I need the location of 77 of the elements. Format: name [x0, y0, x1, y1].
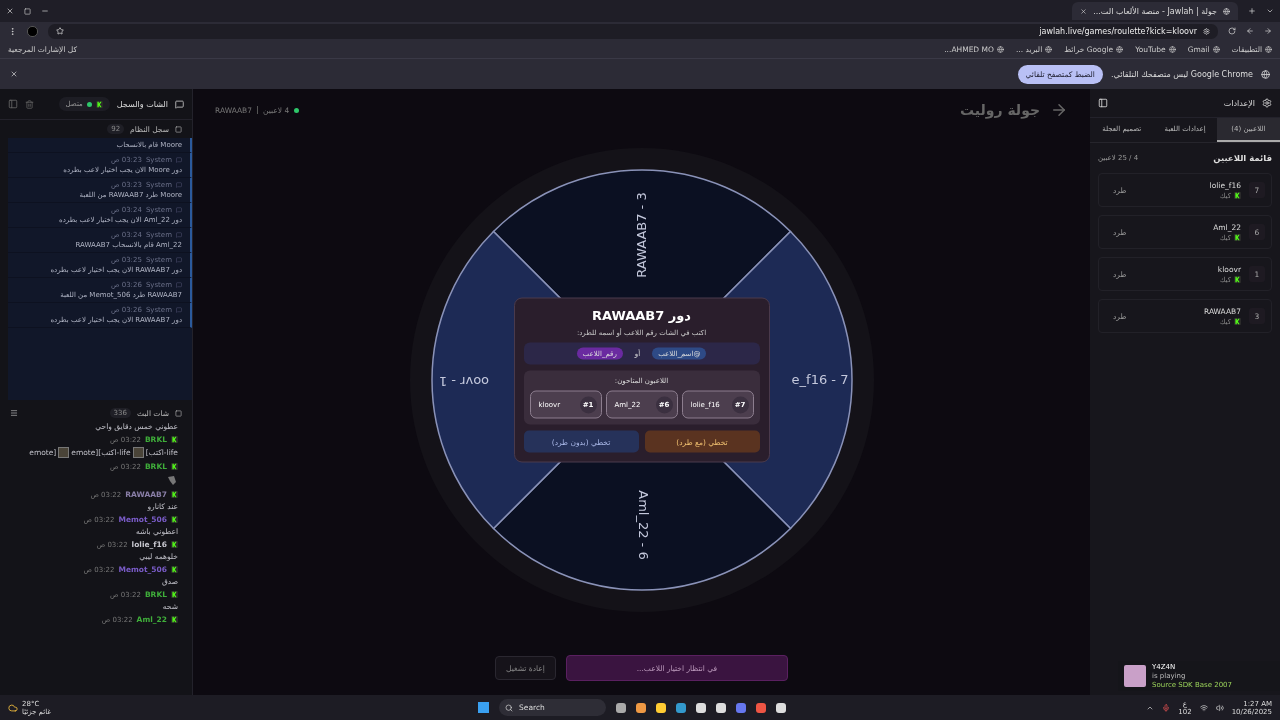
segment-label: RAWAAB7 - 3: [633, 192, 648, 278]
avatar: [1124, 665, 1146, 687]
forward-icon[interactable]: [1264, 27, 1272, 35]
kick-logo-icon: [171, 566, 178, 573]
game-title: جولة روليت: [959, 102, 1040, 118]
status-dot: [294, 107, 300, 113]
new-tab-icon[interactable]: [1248, 7, 1256, 15]
bookmark-icon: [1212, 45, 1220, 53]
tab-search-icon[interactable]: [1266, 7, 1274, 15]
system-icon: [176, 182, 182, 188]
sticker-icon: [166, 474, 178, 486]
search-icon: [505, 703, 513, 712]
weather-icon: [8, 702, 18, 713]
system-icon: [176, 232, 182, 238]
kick-logo-icon: [171, 591, 178, 598]
volume-icon[interactable]: [1215, 703, 1224, 712]
segment-label: Aml_22 - 6: [635, 490, 650, 560]
back-icon[interactable]: [1246, 27, 1254, 35]
start-icon[interactable]: [478, 702, 489, 713]
bookmark-icon: [1116, 45, 1124, 53]
taskbar-app-icon[interactable]: [716, 702, 726, 713]
kick-logo-icon: [95, 100, 103, 108]
segment-label: oovr - 1: [438, 373, 489, 389]
url-text: jawlah.live/games/roulette?kick=kloovr: [1039, 26, 1197, 36]
taskbar-app-icon[interactable]: [616, 702, 626, 713]
system-icon: [176, 207, 182, 213]
close-tab-icon[interactable]: [1080, 7, 1088, 15]
list-title: قائمة اللاعبين: [1213, 153, 1272, 163]
kick-logo-icon: [171, 463, 178, 470]
bookmark-icon: [1265, 45, 1272, 53]
filter-icon[interactable]: [10, 409, 18, 417]
panel-title: الشات والسجل: [116, 99, 168, 109]
kick-logo-icon: [1234, 276, 1241, 283]
kick-logo-icon: [171, 436, 178, 443]
reload-icon[interactable]: [1228, 27, 1236, 35]
settings-icon: [1262, 98, 1272, 108]
segment-label: e_f16 - 7: [791, 371, 848, 387]
tab-title: جولة | Jawlah - منصة الألعاب الت...: [1093, 6, 1217, 16]
bookmark-icon: [1045, 45, 1053, 53]
chrome-icon: [1261, 69, 1270, 79]
kick-logo-icon: [171, 616, 178, 623]
network-icon[interactable]: [1199, 703, 1208, 712]
taskbar-app-icon[interactable]: [676, 702, 686, 713]
close-icon[interactable]: [10, 70, 18, 78]
bookmark-icon: [1168, 45, 1176, 53]
system-icon: [176, 282, 182, 288]
minimize-icon[interactable]: [41, 7, 49, 15]
kick-logo-icon: [171, 541, 178, 548]
menu-icon[interactable]: [8, 26, 17, 36]
profile-avatar[interactable]: [27, 25, 38, 37]
kick-logo-icon: [1234, 192, 1241, 199]
address-bar[interactable]: jawlah.live/games/roulette?kick=kloovr: [48, 23, 1218, 39]
maximize-icon[interactable]: [24, 7, 31, 15]
emote-icon: [58, 447, 70, 458]
bookmark-star-icon[interactable]: [56, 27, 64, 35]
system-icon: [176, 257, 182, 263]
dialog-title: دور RAWAAB7: [590, 307, 693, 323]
kick-logo-icon: [1234, 318, 1241, 325]
microphone-icon[interactable]: [1162, 703, 1171, 712]
infobar-message: Google Chrome ليس متصفحك التلقائي.: [1110, 69, 1253, 79]
bookmark-icon: [996, 45, 1004, 53]
site-icon: [1223, 7, 1230, 15]
system-icon: [176, 307, 182, 313]
taskbar-app-icon[interactable]: [696, 702, 706, 713]
system-icon: [176, 157, 182, 163]
panel-title: الإعدادات: [1223, 98, 1255, 108]
taskbar-app-icon[interactable]: [776, 702, 786, 713]
taskbar-app-icon[interactable]: [656, 702, 666, 713]
browser-tab[interactable]: جولة | Jawlah - منصة الألعاب الت...: [1072, 2, 1238, 20]
site-settings-icon: [1203, 27, 1210, 35]
close-icon[interactable]: [6, 7, 14, 15]
back-arrow-icon[interactable]: [1050, 101, 1068, 119]
kick-logo-icon: [171, 516, 178, 523]
kick-logo-icon: [171, 491, 178, 498]
taskbar-app-icon[interactable]: [636, 702, 646, 713]
kick-logo-icon: [1234, 234, 1241, 241]
emote-icon: [132, 447, 144, 458]
